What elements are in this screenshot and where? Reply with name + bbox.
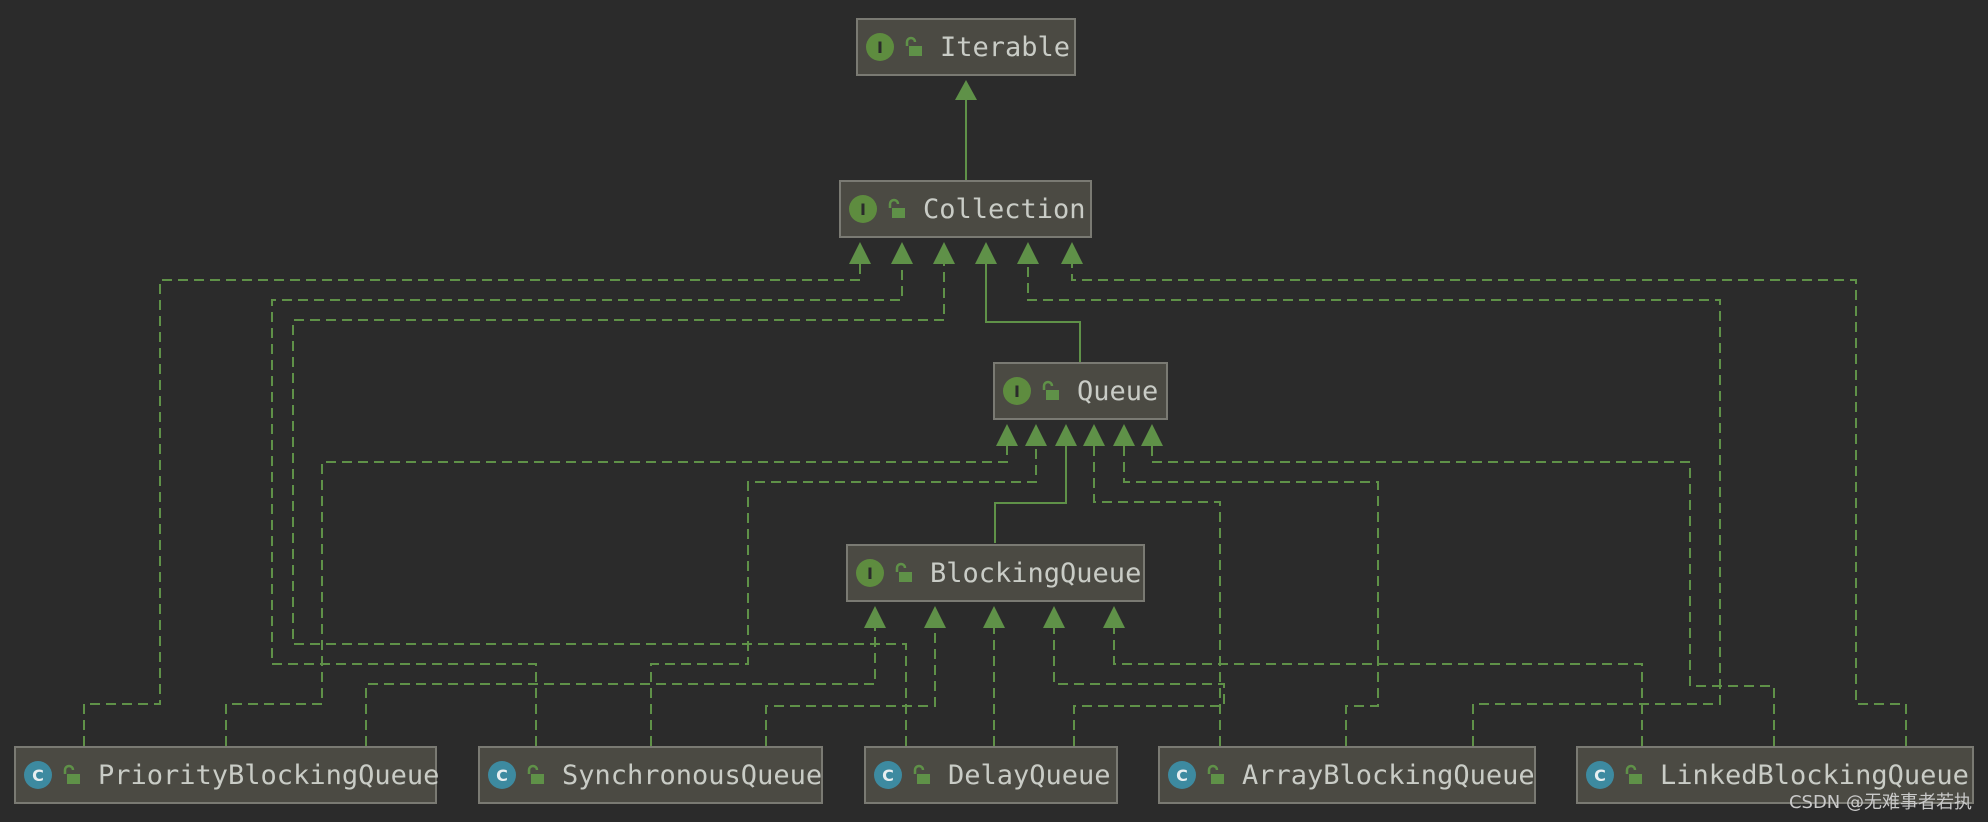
edge-linkedblockingqueue-collection-1 [1027, 262, 1721, 746]
node-label: ArrayBlockingQueue [1242, 759, 1535, 791]
edge-arrayblockingqueue-blockingqueue [1053, 626, 1225, 746]
arrowhead-queue-1 [996, 424, 1018, 446]
node-queue[interactable]: I Queue [993, 362, 1168, 420]
unlocked-icon [1207, 764, 1224, 784]
arrowhead-queue-4 [1083, 424, 1105, 446]
node-label: DelayQueue [948, 759, 1111, 791]
class-icon: C [874, 761, 902, 789]
node-delayqueue[interactable]: C DelayQueue [864, 746, 1118, 804]
node-label: SynchronousQueue [562, 759, 823, 791]
unlocked-icon [888, 198, 905, 218]
unlocked-icon [63, 764, 80, 784]
node-iterable[interactable]: I Iterable [856, 18, 1076, 76]
class-icon: C [1168, 761, 1196, 789]
unlocked-icon [1625, 764, 1642, 784]
interface-icon: I [1003, 377, 1031, 405]
arrowhead-queue-6 [1141, 424, 1163, 446]
arrowhead-collection-6 [1061, 242, 1083, 264]
arrowhead-iterable [955, 80, 977, 100]
arrowhead-blockingqueue-4 [1043, 606, 1065, 628]
arrowhead-blockingqueue-5 [1103, 606, 1125, 628]
node-synchronousqueue[interactable]: C SynchronousQueue [478, 746, 823, 804]
node-label: Iterable [940, 31, 1071, 63]
node-label: Collection [923, 193, 1086, 225]
interface-icon: I [866, 33, 894, 61]
interface-icon: I [856, 559, 884, 587]
edge-queue-collection [985, 262, 1081, 362]
node-label: LinkedBlockingQueue [1660, 759, 1969, 791]
class-icon: C [24, 761, 52, 789]
arrowhead-queue-5 [1113, 424, 1135, 446]
edge-delayqueue-collection [292, 262, 945, 746]
arrowhead-collection-2 [891, 242, 913, 264]
node-label: Queue [1077, 375, 1159, 407]
edge-blockingqueue-queue [994, 444, 1067, 543]
edge-arrayblockingqueue-queue-2 [1123, 444, 1379, 746]
unlocked-icon [1042, 380, 1059, 400]
unlocked-icon [905, 36, 922, 56]
interface-icon: I [849, 195, 877, 223]
unlocked-icon [895, 562, 912, 582]
edge-priorityblockingqueue-collection [83, 262, 861, 746]
node-arrayblockingqueue[interactable]: C ArrayBlockingQueue [1158, 746, 1536, 804]
arrowhead-blockingqueue-3 [983, 606, 1005, 628]
edge-synchronousqueue-collection [271, 262, 903, 746]
arrowhead-collection-5 [1017, 242, 1039, 264]
arrowhead-queue-3 [1055, 424, 1077, 446]
arrowhead-collection-3 [933, 242, 955, 264]
watermark: CSDN @无难事者若执 [1788, 792, 1972, 813]
edge-linkedblockingqueue-queue [1151, 444, 1775, 746]
node-priorityblockingqueue[interactable]: C PriorityBlockingQueue [14, 746, 440, 804]
class-icon: C [488, 761, 516, 789]
arrowhead-collection-1 [849, 242, 871, 264]
edge-linkedblockingqueue-collection-2 [1071, 262, 1907, 746]
unlocked-icon [913, 764, 930, 784]
node-label: PriorityBlockingQueue [98, 759, 440, 791]
arrowhead-queue-2 [1025, 424, 1047, 446]
unlocked-icon [527, 764, 544, 784]
node-collection[interactable]: I Collection [839, 180, 1092, 238]
arrowhead-collection-4 [975, 242, 997, 264]
class-icon: C [1586, 761, 1614, 789]
node-blockingqueue[interactable]: I BlockingQueue [846, 544, 1145, 602]
arrowhead-blockingqueue-2 [924, 606, 946, 628]
node-label: BlockingQueue [930, 557, 1142, 589]
arrowhead-blockingqueue-1 [864, 606, 886, 628]
